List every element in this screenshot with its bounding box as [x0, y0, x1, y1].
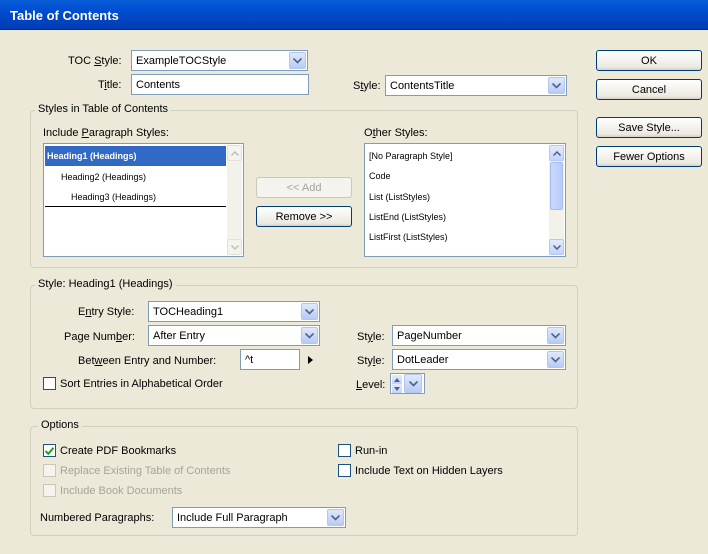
chevron-down-icon[interactable]	[301, 303, 318, 320]
fewer-options-button[interactable]: Fewer Options	[596, 146, 702, 167]
level-up-button[interactable]	[392, 375, 402, 384]
list-item-label: List (ListStyles)	[369, 192, 431, 202]
replace-existing-checkbox[interactable]	[43, 464, 56, 477]
chevron-down-icon[interactable]	[547, 327, 564, 344]
page-number-value: After Entry	[153, 329, 205, 342]
list-item[interactable]: ListEnd (ListStyles)	[366, 207, 548, 227]
run-in-checkbox[interactable]	[338, 444, 351, 457]
entry-style-select[interactable]: TOCHeading1	[148, 301, 320, 322]
scroll-thumb[interactable]	[550, 162, 563, 210]
chevron-down-icon[interactable]	[327, 509, 344, 526]
include-list-scrollbar[interactable]	[227, 145, 242, 255]
list-item-label: ListFirst (ListStyles)	[369, 232, 448, 242]
between-input[interactable]: ^t	[240, 349, 300, 370]
insert-special-button[interactable]	[302, 349, 318, 370]
chevron-down-icon[interactable]	[301, 327, 318, 344]
entry-style-group-label: Style: Heading1 (Headings)	[35, 278, 176, 290]
title-style-label: Style:	[353, 80, 381, 92]
scroll-down-button[interactable]	[227, 239, 242, 255]
other-styles-list[interactable]: [No Paragraph Style] Code List (ListStyl…	[364, 143, 566, 257]
include-book-label: Include Book Documents	[60, 485, 183, 497]
level-down-button[interactable]	[392, 384, 402, 393]
chevron-down-icon[interactable]	[548, 77, 565, 94]
list-item-label: Code	[369, 171, 391, 181]
include-hidden-label: Include Text on Hidden Layers	[355, 465, 503, 477]
create-pdf-label: Create PDF Bookmarks	[60, 445, 177, 457]
include-book-checkbox[interactable]	[43, 484, 56, 497]
entry-style-value: TOCHeading1	[153, 305, 224, 318]
window-title: Table of Contents	[10, 8, 119, 23]
other-list-scrollbar[interactable]	[549, 145, 564, 255]
list-item-label: ListEnd (ListStyles)	[369, 212, 447, 222]
run-in-label: Run-in	[355, 445, 388, 457]
page-number-select[interactable]: After Entry	[148, 325, 320, 346]
list-item[interactable]: ListFirst (ListStyles)	[366, 227, 548, 247]
triangle-right-icon	[307, 355, 313, 364]
include-hidden-checkbox[interactable]	[338, 464, 351, 477]
list-item[interactable]: List (ListStyles)	[366, 187, 548, 207]
title-input[interactable]: Contents	[131, 74, 309, 95]
entry-style-label: Entry Style:	[78, 306, 135, 318]
toc-style-value: ExampleTOCStyle	[136, 54, 227, 67]
level-label: Level:	[356, 379, 386, 391]
separator-style-value: DotLeader	[397, 353, 449, 366]
scroll-up-button[interactable]	[227, 145, 242, 161]
scroll-down-button[interactable]	[549, 239, 564, 255]
numbered-paragraphs-select[interactable]: Include Full Paragraph	[172, 507, 346, 528]
other-styles-label: Other Styles:	[364, 127, 428, 139]
separator-style-label: Style:	[357, 355, 385, 367]
numbered-paragraphs-value: Include Full Paragraph	[177, 511, 288, 524]
title-label: Title:	[98, 79, 122, 91]
toc-style-label: TOC Style:	[68, 55, 122, 67]
include-styles-label: Include Paragraph Styles:	[43, 127, 169, 139]
title-bar: Table of Contents	[0, 0, 708, 30]
add-button[interactable]: << Add	[256, 177, 352, 198]
cancel-button[interactable]: Cancel	[596, 79, 702, 100]
list-item[interactable]: Code	[366, 166, 548, 186]
chevron-down-icon[interactable]	[404, 374, 422, 393]
numbered-paragraphs-label: Numbered Paragraphs:	[40, 512, 155, 524]
save-style-button[interactable]: Save Style...	[596, 117, 702, 138]
list-item[interactable]: Heading3 (Headings)	[45, 187, 226, 207]
remove-button[interactable]: Remove >>	[256, 206, 352, 227]
list-item-label: [No Paragraph Style]	[369, 151, 453, 161]
between-input-value: ^t	[245, 353, 254, 366]
list-item-label: Heading1 (Headings)	[47, 151, 137, 161]
list-item[interactable]: Heading1 (Headings)	[45, 146, 226, 166]
between-label: Between Entry and Number:	[78, 355, 217, 367]
scroll-up-button[interactable]	[549, 145, 564, 161]
list-item-label: Heading2 (Headings)	[61, 172, 147, 182]
checkmark-icon	[45, 446, 54, 455]
page-number-style-value: PageNumber	[397, 329, 462, 342]
sort-checkbox[interactable]	[43, 377, 56, 390]
title-style-select[interactable]: ContentsTitle	[385, 75, 567, 96]
list-item-label: Heading3 (Headings)	[71, 191, 157, 202]
chevron-down-icon[interactable]	[547, 351, 564, 368]
styles-group-label: Styles in Table of Contents	[35, 103, 172, 115]
toc-style-select[interactable]: ExampleTOCStyle	[131, 50, 308, 71]
separator-style-select[interactable]: DotLeader	[392, 349, 566, 370]
include-styles-list[interactable]: Heading1 (Headings) Heading2 (Headings) …	[43, 143, 244, 257]
chevron-down-icon[interactable]	[289, 52, 306, 69]
title-input-value: Contents	[136, 78, 181, 91]
options-group-label: Options	[38, 419, 82, 431]
ok-button[interactable]: OK	[596, 50, 702, 71]
list-item[interactable]: Heading2 (Headings)	[45, 167, 226, 187]
page-number-style-label: Style:	[357, 331, 385, 343]
sort-label: Sort Entries in Alphabetical Order	[60, 378, 223, 390]
replace-existing-label: Replace Existing Table of Contents	[60, 465, 231, 477]
create-pdf-checkbox[interactable]	[43, 444, 56, 457]
list-item[interactable]: [No Paragraph Style]	[366, 146, 548, 166]
title-style-value: ContentsTitle	[390, 79, 455, 92]
page-number-label: Page Number:	[64, 331, 135, 343]
page-number-style-select[interactable]: PageNumber	[392, 325, 566, 346]
